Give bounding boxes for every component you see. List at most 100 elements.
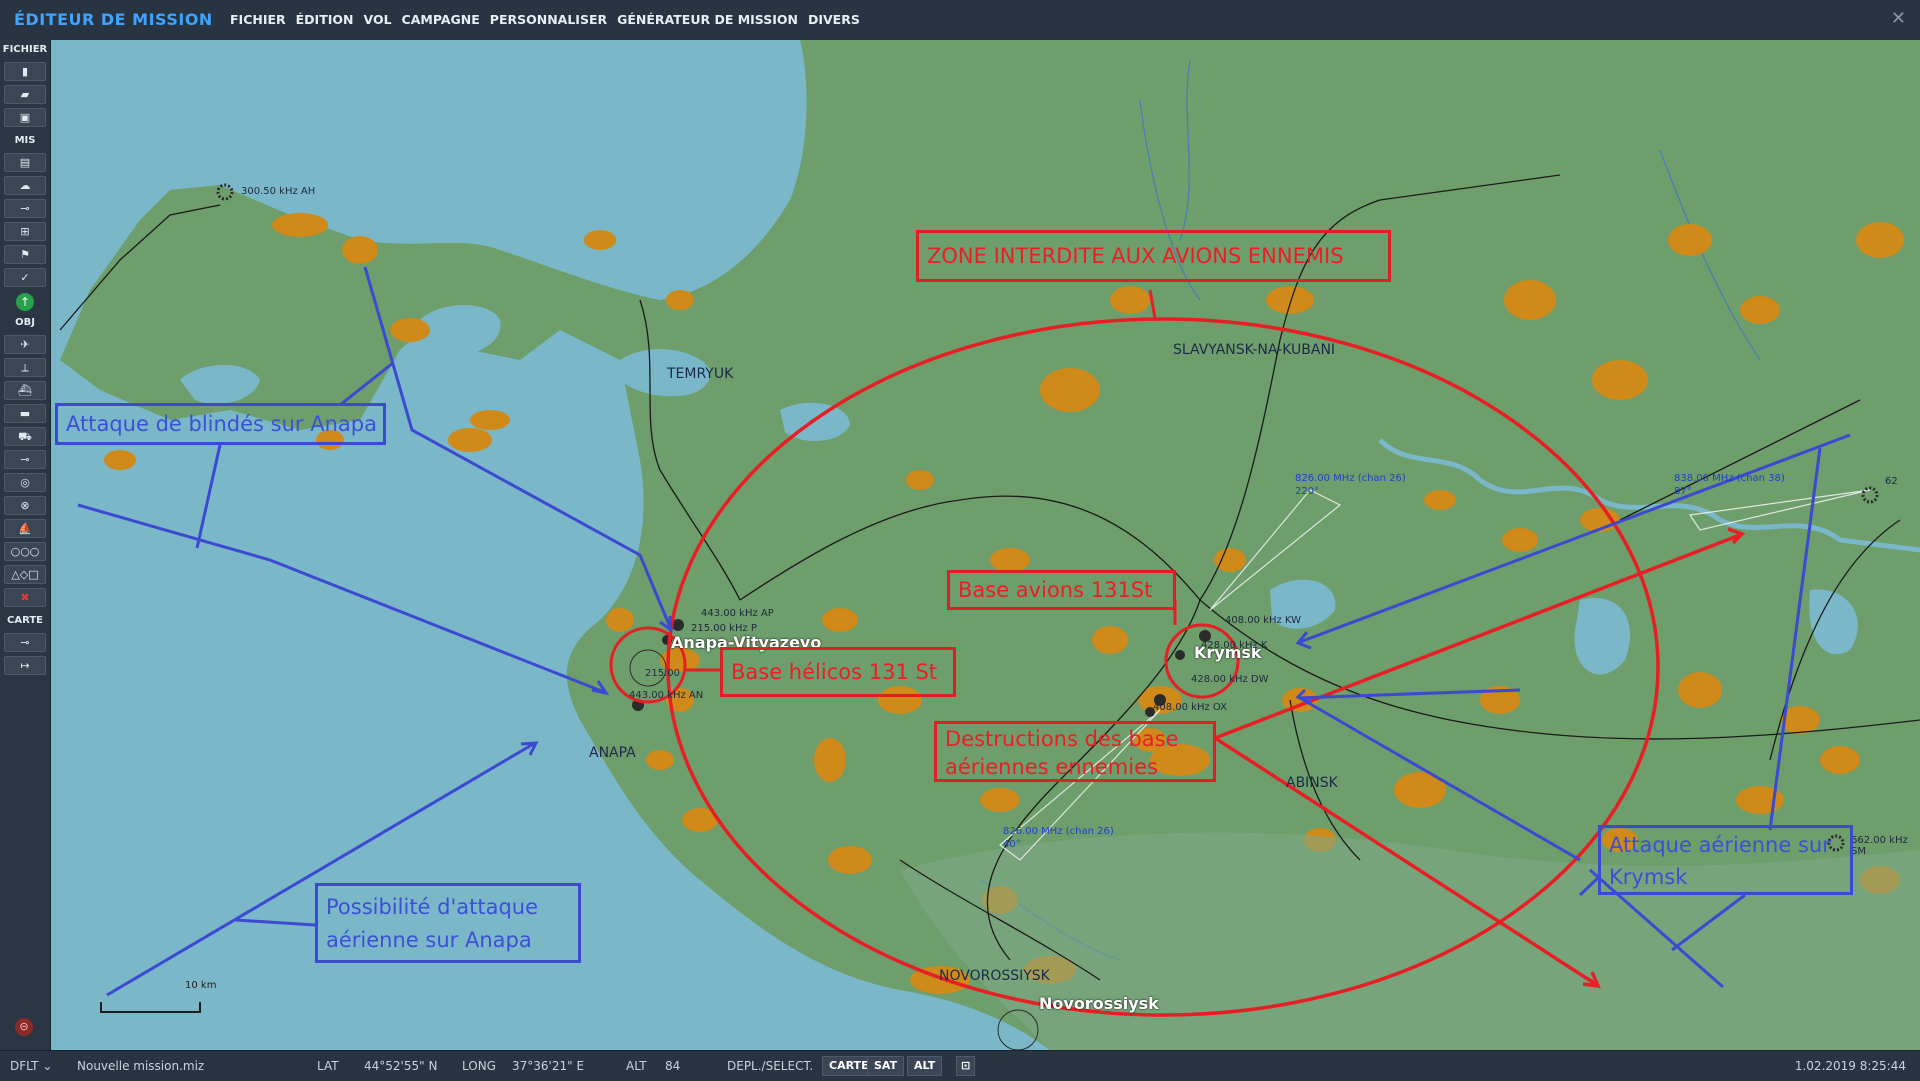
weather-icon[interactable]: ☁	[4, 176, 46, 195]
nav-anapa-ap: 443.00 kHz AP	[701, 608, 774, 619]
annotation-krymsk-air-attack-line2: Krymsk	[1609, 865, 1688, 889]
tank-icon[interactable]: ⛟	[4, 427, 46, 446]
target-icon[interactable]: ◎	[4, 473, 46, 492]
check-icon[interactable]: ✓	[4, 268, 46, 287]
nav-ox: 408.00 kHz OX	[1153, 702, 1227, 713]
ils-south-freq: 826.00 MHz (chan 26)	[1003, 826, 1114, 837]
waypoint-chain-icon[interactable]: ○○○	[4, 542, 46, 561]
annotation-no-fly-zone-text: ZONE INTERDITE AUX AVIONS ENNEMIS	[927, 244, 1344, 268]
flag-icon[interactable]: ⚑	[4, 245, 46, 264]
map-view[interactable]: TEMRYUK SLAVYANSK-NA-KUBANI ANAPA Anapa-…	[51, 40, 1920, 1050]
airfield-icon[interactable]: ⊸	[4, 450, 46, 469]
ils-east-hdg: 87°	[1674, 486, 1692, 497]
chevron-down-icon: ⌄	[42, 1059, 53, 1073]
briefing-icon[interactable]: ▤	[4, 153, 46, 172]
ils-krymsk-hdg: 220°	[1295, 486, 1320, 497]
long-value: 37°36'21" E	[512, 1059, 585, 1073]
ils-east-freq: 838.00 MHz (chan 38)	[1674, 473, 1785, 484]
shapes-icon[interactable]: △◇□	[4, 565, 46, 584]
annotation-krymsk-air-attack-line1: Attaque aérienne sur	[1609, 833, 1831, 857]
toolbar-section-map: CARTE	[7, 615, 43, 626]
annotation-anapa-air-attack: Possibilité d'attaque aérienne sur Anapa	[315, 883, 581, 963]
label-slavyansk: SLAVYANSK-NA-KUBANI	[1173, 342, 1336, 358]
nav-ah: 300.50 kHz AH	[241, 186, 316, 197]
route-icon[interactable]: ⊸	[4, 199, 46, 218]
nav-sm: 662.00 kHz SM	[1851, 835, 1908, 857]
label-novorossiysk-city: Novorossiysk	[1039, 994, 1159, 1013]
annotation-airbase: Base avions 131St	[947, 570, 1176, 610]
save-icon[interactable]: ▣	[4, 108, 46, 127]
annotation-anapa-air-attack-line2: aérienne sur Anapa	[326, 928, 532, 952]
stop-icon[interactable]: ⊝	[15, 1018, 33, 1036]
annotation-helibase-text: Base hélicos 131 St	[731, 660, 938, 684]
open-folder-icon[interactable]: ▰	[4, 85, 46, 104]
toolbar-section-mis: MIS	[14, 135, 36, 146]
toggle-icon[interactable]: ⊡	[956, 1056, 976, 1076]
nav-kw: 408.00 kHz KW	[1225, 615, 1301, 626]
nav-anapa-215: 215.00	[645, 668, 680, 679]
alt-value: 84	[665, 1059, 681, 1073]
ship-icon[interactable]: ⛴	[4, 381, 46, 400]
delete-icon[interactable]: ✖	[4, 588, 46, 607]
nav-anapa-p: 215.00 kHz P	[691, 623, 757, 634]
menu-edit[interactable]: ÉDITION	[296, 12, 354, 27]
nav-dw: 428.00 kHz DW	[1191, 674, 1269, 685]
annotation-destructions-line1: Destructions des base	[945, 727, 1179, 751]
mode-label: DEPL./SELECT.	[727, 1059, 814, 1073]
lat-label: LAT	[317, 1059, 339, 1073]
status-bar: DFLT ⌄ Nouvelle mission.miz LAT 44°52'55…	[0, 1050, 1920, 1081]
menu-flight[interactable]: VOL	[363, 12, 391, 27]
nav-anapa-an: 443.00 kHz AN	[629, 690, 704, 701]
toolbar-section-obj: OBJ	[15, 317, 35, 328]
menu-misc[interactable]: DIVERS	[808, 12, 860, 27]
ils-krymsk-freq: 826.00 MHz (chan 26)	[1295, 473, 1406, 484]
profile-label: DFLT	[10, 1059, 39, 1073]
helicopter-icon[interactable]: ⟂	[4, 358, 46, 377]
annotation-destructions: Destructions des base aériennes ennemies	[934, 721, 1216, 782]
app-title: ÉDITEUR DE MISSION	[14, 10, 213, 29]
left-toolbar: FICHIER ▮ ▰ ▣ MIS ▤ ☁ ⊸ ⊞ ⚑ ✓ ↑ OBJ ✈ ⟂ …	[0, 40, 51, 1050]
annotation-krymsk-air-attack: Attaque aérienne sur Krymsk	[1598, 825, 1853, 895]
plane-icon[interactable]: ✈	[4, 335, 46, 354]
ils-south-hdg: 40°	[1003, 839, 1021, 850]
green-action-icon[interactable]: ↑	[16, 293, 34, 311]
trigger-zone-icon[interactable]: ⊞	[4, 222, 46, 241]
profile-select[interactable]: DFLT ⌄	[10, 1059, 52, 1073]
ruler-icon[interactable]: ↦	[4, 656, 46, 675]
annotation-armor-attack-text: Attaque de blindés sur Anapa	[66, 412, 377, 436]
vehicle-icon[interactable]: ▬	[4, 404, 46, 423]
label-abinsk: ABINSK	[1286, 775, 1338, 791]
long-label: LONG	[462, 1059, 496, 1073]
nav-east-partial: 62	[1885, 476, 1898, 487]
nav-krymsk-k: 428.00 kHz K	[1201, 640, 1268, 651]
annotation-no-fly-zone: ZONE INTERDITE AUX AVIONS ENNEMIS	[916, 230, 1391, 282]
new-file-icon[interactable]: ▮	[4, 62, 46, 81]
annotation-airbase-text: Base avions 131St	[958, 578, 1153, 602]
main-menu: FICHIER ÉDITION VOL CAMPAGNE PERSONNALIS…	[230, 12, 860, 27]
label-novorossiysk-region: NOVOROSSIYSK	[939, 968, 1050, 984]
file-name: Nouvelle mission.miz	[77, 1059, 205, 1073]
map-key-icon[interactable]: ⊸	[4, 633, 46, 652]
close-icon[interactable]: ✕	[1891, 8, 1906, 29]
toolbar-section-file: FICHIER	[2, 44, 48, 55]
menu-campaign[interactable]: CAMPAGNE	[402, 12, 480, 27]
menu-customize[interactable]: PERSONNALISER	[490, 12, 607, 27]
annotation-destructions-line2: aériennes ennemies	[945, 755, 1158, 779]
boat-icon[interactable]: ⛵	[4, 519, 46, 538]
label-temryuk: TEMRYUK	[667, 366, 734, 382]
annotation-helibase: Base hélicos 131 St	[720, 647, 956, 697]
sat-mode-button[interactable]: SAT	[867, 1056, 905, 1076]
annotation-armor-attack: Attaque de blindés sur Anapa	[55, 403, 386, 445]
datetime: 1.02.2019 8:25:44	[1794, 1059, 1906, 1073]
menu-mission-generator[interactable]: GÉNÉRATEUR DE MISSION	[617, 12, 798, 27]
lat-value: 44°52'55" N	[364, 1059, 438, 1073]
menu-file[interactable]: FICHIER	[230, 12, 286, 27]
annotation-anapa-air-attack-line1: Possibilité d'attaque	[326, 895, 539, 919]
alt-label: ALT	[626, 1059, 647, 1073]
scale-label: 10 km	[185, 980, 217, 991]
menu-bar: ÉDITEUR DE MISSION FICHIER ÉDITION VOL C…	[0, 0, 1920, 41]
label-anapa-city: ANAPA	[589, 745, 636, 761]
lake	[1574, 598, 1630, 675]
static-icon[interactable]: ⊗	[4, 496, 46, 515]
alt-mode-button[interactable]: ALT	[907, 1056, 943, 1076]
